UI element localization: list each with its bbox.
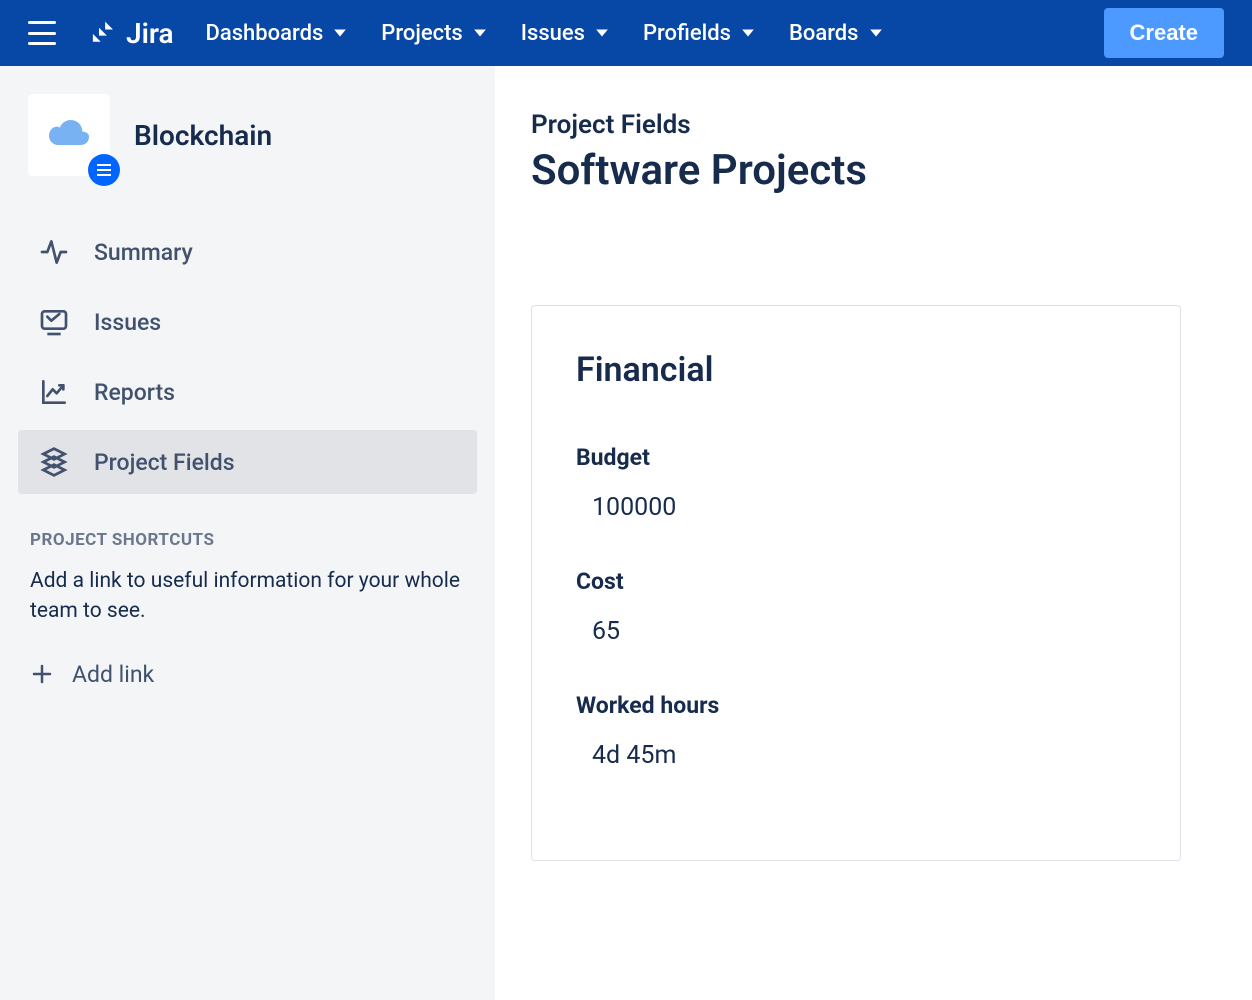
avatar-badge-icon: [88, 154, 120, 186]
nav-items: Dashboards Projects Issues Profields Boa…: [206, 21, 1096, 46]
nav-label: Projects: [381, 21, 462, 46]
field-cost: Cost 65: [576, 568, 1136, 646]
field-value: 4d 45m: [576, 741, 1136, 770]
nav-label: Issues: [521, 21, 585, 46]
chart-icon: [38, 376, 70, 408]
main-content: Project Fields Software Projects Financi…: [495, 66, 1252, 1000]
nav-label: Profields: [643, 21, 731, 46]
plus-icon: [30, 662, 54, 686]
nav-profields[interactable]: Profields: [643, 21, 755, 46]
nav-issues[interactable]: Issues: [521, 21, 609, 46]
chevron-down-icon: [333, 26, 347, 40]
panel-title: Financial: [576, 350, 1136, 390]
project-avatar[interactable]: [28, 94, 110, 176]
sidebar-item-summary[interactable]: Summary: [18, 220, 477, 284]
sidebar-nav: Summary Issues Reports Project Fields: [18, 220, 477, 494]
chevron-down-icon: [869, 26, 883, 40]
sidebar-item-label: Summary: [94, 239, 193, 266]
jira-mark-icon: [92, 19, 120, 47]
nav-boards[interactable]: Boards: [789, 21, 883, 46]
field-worked-hours: Worked hours 4d 45m: [576, 692, 1136, 770]
add-link-button[interactable]: Add link: [30, 655, 465, 694]
sidebar-item-label: Reports: [94, 379, 175, 406]
sidebar: Blockchain Summary Issues Reports: [0, 66, 495, 1000]
layout: Blockchain Summary Issues Reports: [0, 66, 1252, 1000]
chevron-down-icon: [473, 26, 487, 40]
page-title: Software Projects: [531, 146, 1216, 195]
shortcuts-section: PROJECT SHORTCUTS Add a link to useful i…: [18, 530, 477, 694]
jira-logo[interactable]: Jira: [92, 17, 174, 50]
field-label: Worked hours: [576, 692, 1136, 719]
fields-icon: [38, 446, 70, 478]
field-value: 100000: [576, 493, 1136, 522]
menu-icon[interactable]: [28, 21, 56, 45]
sidebar-item-reports[interactable]: Reports: [18, 360, 477, 424]
monitor-icon: [38, 306, 70, 338]
financial-panel: Financial Budget 100000 Cost 65 Worked h…: [531, 305, 1181, 861]
shortcuts-heading: PROJECT SHORTCUTS: [30, 530, 465, 550]
shortcuts-text: Add a link to useful information for you…: [30, 566, 465, 627]
field-label: Cost: [576, 568, 1136, 595]
jira-wordmark: Jira: [126, 17, 174, 50]
activity-icon: [38, 236, 70, 268]
sidebar-item-project-fields[interactable]: Project Fields: [18, 430, 477, 494]
field-budget: Budget 100000: [576, 444, 1136, 522]
project-name: Blockchain: [134, 119, 272, 152]
nav-dashboards[interactable]: Dashboards: [206, 21, 348, 46]
chevron-down-icon: [741, 26, 755, 40]
nav-label: Boards: [789, 21, 859, 46]
top-nav: Jira Dashboards Projects Issues Profield…: [0, 0, 1252, 66]
sidebar-item-label: Project Fields: [94, 449, 235, 476]
add-link-label: Add link: [72, 661, 154, 688]
nav-projects[interactable]: Projects: [381, 21, 486, 46]
nav-label: Dashboards: [206, 21, 324, 46]
field-value: 65: [576, 617, 1136, 646]
chevron-down-icon: [595, 26, 609, 40]
field-label: Budget: [576, 444, 1136, 471]
cloud-icon: [41, 115, 97, 155]
sidebar-item-label: Issues: [94, 309, 161, 336]
page-label: Project Fields: [531, 110, 1216, 140]
create-button[interactable]: Create: [1104, 8, 1224, 58]
project-header: Blockchain: [18, 94, 477, 176]
sidebar-item-issues[interactable]: Issues: [18, 290, 477, 354]
